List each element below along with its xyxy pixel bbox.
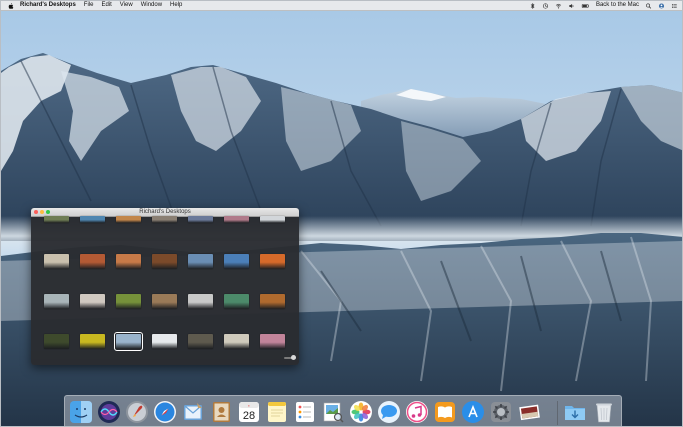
mail-icon[interactable] [181, 400, 205, 424]
wallpaper-thumbnail[interactable] [188, 294, 213, 309]
volume-icon[interactable] [568, 3, 575, 9]
wallpaper-thumbnail[interactable] [152, 216, 177, 223]
wallpaper-thumbnail[interactable] [260, 334, 285, 349]
downloads-folder-icon[interactable] [563, 400, 587, 424]
battery-icon[interactable] [581, 3, 590, 9]
wallpaper-thumbnail[interactable] [44, 254, 69, 269]
desktop-app-icon[interactable] [517, 400, 541, 424]
wallpaper-thumbnail[interactable] [152, 334, 177, 349]
photos-icon[interactable] [349, 400, 373, 424]
preview-icon[interactable] [321, 400, 345, 424]
menu-file[interactable]: File [84, 1, 94, 10]
launchpad-icon[interactable] [125, 400, 149, 424]
dock: 28 ▪ [64, 395, 622, 426]
wallpaper-thumbnail[interactable] [80, 294, 105, 309]
wallpaper-thumbnail[interactable] [152, 254, 177, 269]
apple-menu-icon[interactable] [8, 2, 14, 9]
siri-icon[interactable] [97, 400, 121, 424]
menu-edit[interactable]: Edit [101, 1, 111, 10]
menu-window[interactable]: Window [141, 1, 162, 10]
wallpaper-thumbnail[interactable] [80, 216, 105, 223]
notification-center-icon[interactable] [671, 3, 678, 9]
system-preferences-icon[interactable] [489, 400, 513, 424]
safari-icon[interactable] [153, 400, 177, 424]
wallpaper-thumbnail[interactable] [114, 332, 143, 351]
wallpaper-thumbnail[interactable] [44, 294, 69, 309]
screen-frame: Richard's Desktops File Edit View Window… [0, 0, 683, 427]
wallpaper-thumbnail[interactable] [116, 254, 141, 269]
reminders-icon[interactable] [293, 400, 317, 424]
bluetooth-icon[interactable] [529, 2, 536, 9]
desktops-window: Richard's Desktops [31, 208, 299, 365]
dock-separator [557, 401, 558, 425]
wallpaper-thumbnail[interactable] [188, 216, 213, 223]
menu-app-name[interactable]: Richard's Desktops [20, 1, 76, 10]
wallpaper-thumbnail[interactable] [44, 216, 69, 223]
itunes-icon[interactable] [405, 400, 429, 424]
status-text[interactable]: Back to the Mac [596, 1, 639, 10]
window-title: Richard's Desktops [139, 209, 191, 215]
wallpaper-thumbnail[interactable] [260, 294, 285, 309]
wallpaper-thumbnail[interactable] [260, 216, 285, 223]
zoom-slider-knob[interactable] [291, 355, 296, 360]
menu-view[interactable]: View [120, 1, 133, 10]
calendar-icon[interactable]: 28 ▪ [237, 400, 261, 424]
wallpaper-thumbnail[interactable] [116, 216, 141, 223]
wallpaper-thumbnail[interactable] [188, 254, 213, 269]
menu-bar: Richard's Desktops File Edit View Window… [1, 1, 682, 11]
wallpaper-thumbnail[interactable] [80, 254, 105, 269]
wallpaper-thumbnail[interactable] [260, 254, 285, 269]
finder-icon[interactable] [69, 400, 93, 424]
spotlight-search-icon[interactable] [645, 3, 652, 9]
wallpaper-thumbnail[interactable] [44, 334, 69, 349]
time-machine-icon[interactable] [542, 2, 549, 9]
status-area: Back to the Mac [529, 1, 678, 10]
wallpaper-thumbnail[interactable] [116, 294, 141, 309]
wallpaper-thumbnail[interactable] [224, 254, 249, 269]
contacts-icon[interactable] [209, 400, 233, 424]
wallpaper-thumbnail[interactable] [224, 294, 249, 309]
app-store-icon[interactable] [461, 400, 485, 424]
calendar-day: 28 [243, 410, 255, 422]
wallpaper-thumbnail[interactable] [188, 334, 213, 349]
wallpaper-thumbnail[interactable] [152, 294, 177, 309]
wallpaper-thumbnail[interactable] [80, 334, 105, 349]
trash-icon[interactable] [592, 400, 616, 424]
notes-icon[interactable] [265, 400, 289, 424]
wallpaper-thumbnail[interactable] [224, 216, 249, 223]
messages-icon[interactable] [377, 400, 401, 424]
wifi-icon[interactable] [555, 3, 562, 9]
user-account-icon[interactable] [658, 2, 665, 9]
ibooks-icon[interactable] [433, 400, 457, 424]
wallpaper-thumbnail[interactable] [224, 334, 249, 349]
menu-help[interactable]: Help [170, 1, 182, 10]
